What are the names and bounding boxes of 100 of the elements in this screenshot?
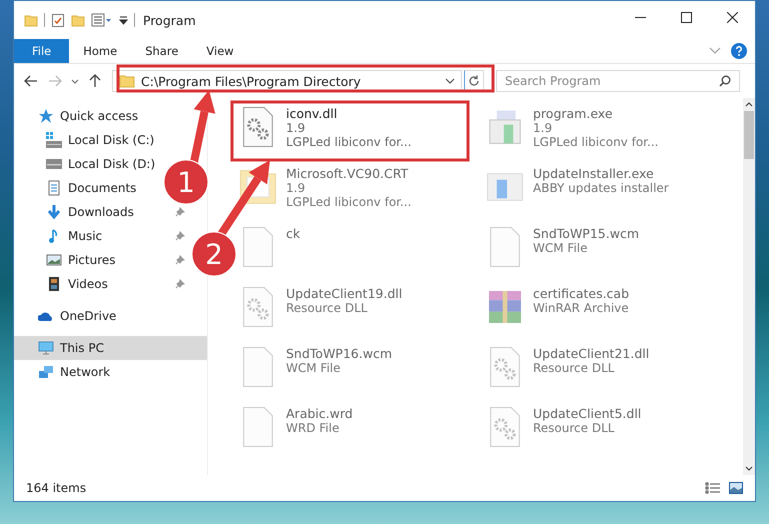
- address-path: C:\Program Files\Program Directory: [141, 74, 362, 88]
- file-item[interactable]: UpdateClient21.dll Resource DLL: [485, 344, 732, 390]
- file-detail: WCM File: [286, 361, 342, 375]
- pin-icon[interactable]: [175, 207, 185, 217]
- checklist-icon[interactable]: [51, 12, 65, 28]
- ribbon-tab[interactable]: Home: [69, 39, 132, 63]
- large-icons-view-icon[interactable]: [729, 482, 743, 494]
- file-detail: ABBY updates installer: [533, 181, 669, 195]
- scrollbar[interactable]: [743, 98, 755, 475]
- scrollbar-thumb[interactable]: [744, 111, 754, 159]
- file-name: UpdateClient5.dll: [533, 406, 642, 421]
- file-name: Arabic.wrd: [286, 406, 353, 421]
- monitor-icon: [38, 340, 54, 356]
- film-icon: [46, 276, 62, 292]
- file-name: Microsoft.VC90.CRT: [286, 166, 410, 181]
- program-icon: [489, 110, 521, 144]
- sidebar-item[interactable]: This PC: [14, 336, 207, 360]
- installer-icon: [487, 173, 523, 201]
- file-detail: WCM File: [533, 241, 588, 255]
- file-name: UpdateClient19.dll: [286, 286, 402, 301]
- file-item[interactable]: Arabic.wrd WRD File: [238, 404, 485, 450]
- scroll-up-icon[interactable]: [745, 102, 753, 107]
- help-icon[interactable]: [731, 43, 747, 59]
- properties-icon[interactable]: [91, 13, 113, 27]
- file-name: ck: [286, 226, 300, 241]
- refresh-button[interactable]: [464, 70, 484, 92]
- drive-icon: [46, 132, 62, 148]
- sidebar-item[interactable]: Network: [14, 360, 114, 384]
- sidebar-item[interactable]: Local Disk (C:): [14, 128, 158, 152]
- sidebar-item[interactable]: Pictures: [14, 248, 193, 272]
- file-name: SndToWP15.wcm: [533, 226, 639, 241]
- chevron-down-icon: [71, 78, 79, 84]
- network-icon: [38, 364, 54, 380]
- file-detail: LGPLed libiconv for...: [286, 135, 412, 149]
- file-item[interactable]: iconv.dll 1.9 LGPLed libiconv for...: [238, 104, 485, 151]
- picture-icon: [46, 252, 62, 268]
- file-detail: 1.9: [286, 121, 306, 135]
- sidebar-item[interactable]: Quick access: [14, 104, 142, 128]
- file-detail: WRD File: [286, 421, 340, 435]
- file-name: certificates.cab: [533, 286, 630, 301]
- pin-icon[interactable]: [175, 255, 185, 265]
- ribbon-tab[interactable]: View: [192, 39, 248, 63]
- ribbon-tab[interactable]: Share: [131, 39, 192, 63]
- file-name: program.exe: [533, 106, 614, 121]
- blank-file-icon: [490, 227, 520, 267]
- minimize-icon: [634, 16, 646, 18]
- file-detail: LGPLed libiconv for...: [533, 135, 658, 149]
- sidebar-item[interactable]: Local Disk (D:): [14, 152, 160, 176]
- file-detail: Resource DLL: [533, 361, 616, 375]
- step-marker: 2: [192, 232, 236, 276]
- sidebar-item[interactable]: Music: [14, 224, 193, 248]
- refresh-icon: [468, 75, 480, 87]
- close-icon: [726, 12, 738, 22]
- file-name: UpdateInstaller.exe: [533, 166, 655, 181]
- maximize-icon: [680, 12, 692, 22]
- file-name: iconv.dll: [286, 106, 338, 121]
- pin-icon[interactable]: [175, 231, 185, 241]
- file-detail: 1.9: [533, 121, 554, 135]
- sidebar-item[interactable]: OneDrive: [14, 304, 120, 328]
- file-item[interactable]: certificates.cab WinRAR Archive: [485, 284, 732, 330]
- item-count: 164 items: [26, 481, 86, 495]
- window-title: Program: [143, 12, 196, 28]
- file-detail: LGPLed libiconv for...: [286, 195, 412, 209]
- address-bar[interactable]: C:\Program Files\Program Directory: [112, 70, 462, 92]
- back-arrow-icon: [24, 75, 38, 87]
- search-field[interactable]: Search Program: [496, 70, 740, 92]
- gear-file-icon: [490, 407, 520, 447]
- customize-dropdown-icon[interactable]: [119, 15, 128, 25]
- search-icon: [719, 75, 731, 87]
- file-item[interactable]: program.exe 1.9 LGPLed libiconv for...: [485, 104, 732, 151]
- gear-file-icon: [490, 347, 520, 387]
- sidebar-item[interactable]: Videos: [14, 272, 193, 296]
- expand-ribbon-icon[interactable]: [709, 47, 721, 55]
- up-arrow-icon: [89, 74, 101, 88]
- file-item[interactable]: SndToWP15.wcm WCM File: [485, 224, 732, 270]
- scroll-down-icon[interactable]: [745, 466, 753, 471]
- sidebar-item[interactable]: Documents: [14, 176, 140, 200]
- ribbon-tab[interactable]: File: [14, 39, 70, 63]
- gear-file-icon: [243, 107, 273, 147]
- blank-file-icon: [243, 227, 273, 267]
- details-view-icon[interactable]: [705, 482, 721, 494]
- file-item[interactable]: UpdateInstaller.exe ABBY updates installer: [485, 164, 732, 210]
- pin-icon[interactable]: [175, 279, 185, 289]
- forward-arrow-icon: [48, 75, 62, 87]
- drive-icon: [46, 156, 62, 172]
- file-item[interactable]: ck: [238, 224, 485, 270]
- folder-icon: [119, 74, 135, 88]
- document-icon: [46, 180, 62, 196]
- blank-file-icon: [243, 407, 273, 447]
- file-item[interactable]: UpdateClient19.dll Resource DLL: [238, 284, 485, 330]
- file-item[interactable]: UpdateClient5.dll Resource DLL: [485, 404, 732, 450]
- step-marker: 1: [164, 160, 208, 204]
- chevron-down-icon[interactable]: [445, 78, 455, 84]
- file-detail: WinRAR Archive: [533, 301, 630, 315]
- down-arrow-icon: [46, 204, 62, 220]
- star-icon: [38, 108, 54, 124]
- file-detail: Resource DLL: [286, 301, 368, 315]
- blank-file-icon: [243, 347, 273, 387]
- gear-file-icon: [243, 287, 273, 327]
- file-item[interactable]: SndToWP16.wcm WCM File: [238, 344, 485, 390]
